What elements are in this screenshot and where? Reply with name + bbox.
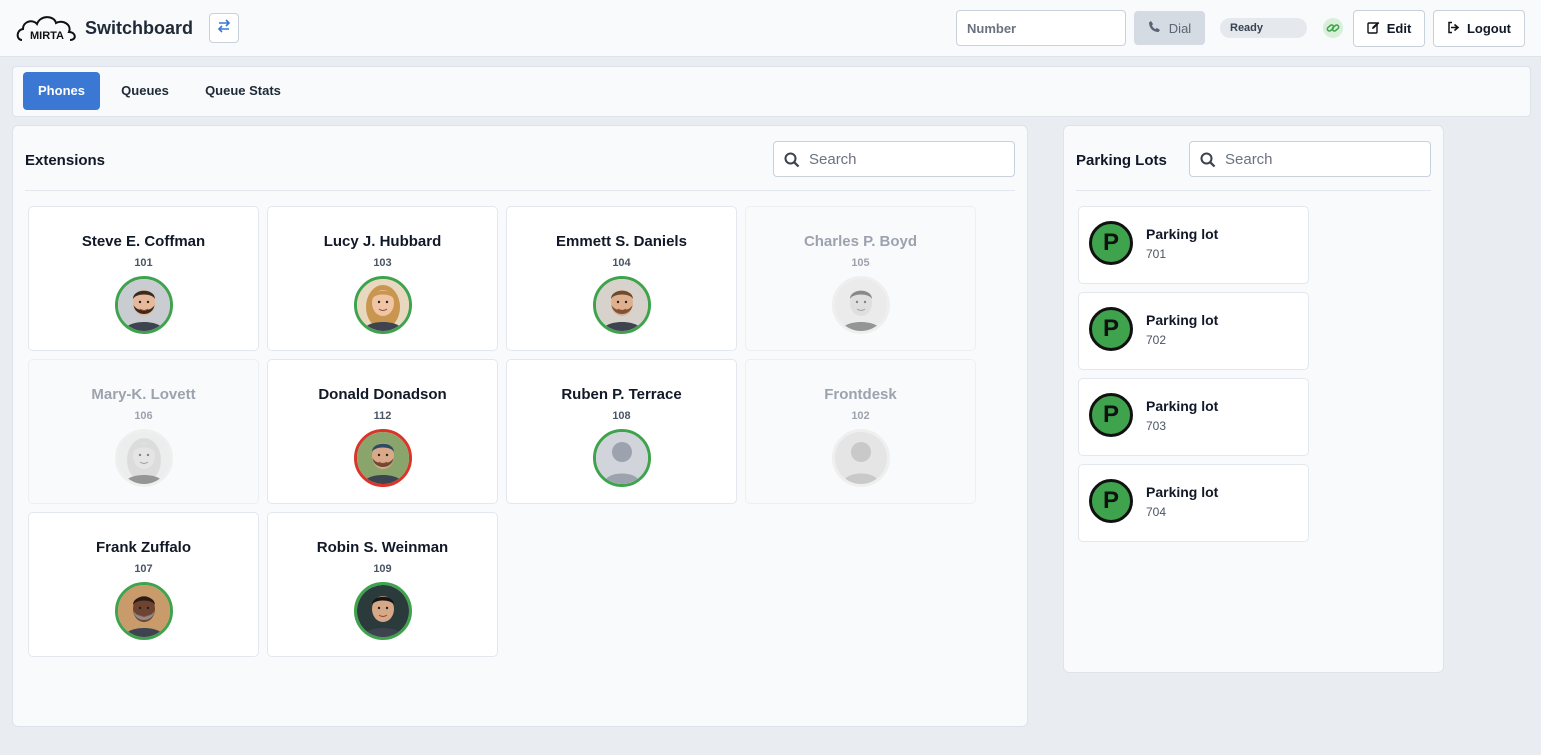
agent-status-toggle[interactable]: Ready <box>1220 18 1307 38</box>
extension-card[interactable]: Frank Zuffalo 107 <box>28 512 259 657</box>
extension-number: 107 <box>134 563 153 575</box>
parking-lot-name: Parking lot <box>1146 226 1219 242</box>
parking-lot-card[interactable]: P Parking lot 702 <box>1078 292 1309 370</box>
extension-card[interactable]: Steve E. Coffman 101 <box>28 206 259 351</box>
parking-lot-name: Parking lot <box>1146 484 1219 500</box>
tab-phones[interactable]: Phones <box>23 72 100 110</box>
extension-card[interactable]: Charles P. Boyd 105 <box>745 206 976 351</box>
app-title: Switchboard <box>85 18 194 38</box>
avatar <box>593 429 651 487</box>
extension-number: 108 <box>612 410 631 422</box>
extensions-search-input[interactable] <box>809 142 1009 176</box>
extension-name: Steve E. Coffman <box>81 233 206 250</box>
parking-icon: P <box>1089 221 1133 265</box>
parking-search-input[interactable] <box>1225 142 1425 176</box>
parking-divider <box>1076 190 1431 191</box>
parking-lot-name: Parking lot <box>1146 398 1219 414</box>
extension-name: Mary-K. Lovett <box>91 386 196 403</box>
extensions-panel: Extensions Steve E. Coffman 101 Lucy J. Hu… <box>12 125 1028 727</box>
extension-card[interactable]: Emmett S. Daniels 104 <box>506 206 737 351</box>
extension-card[interactable]: Robin S. Weinman 109 <box>267 512 498 657</box>
dial-button[interactable]: Dial <box>1134 11 1205 45</box>
top-bar: MIRTA Switchboard Dial Ready <box>0 0 1541 57</box>
parking-search[interactable] <box>1189 141 1431 177</box>
tab-queue-stats[interactable]: Queue Stats <box>191 72 295 110</box>
edit-icon <box>1367 21 1380 37</box>
extension-number: 102 <box>851 410 870 422</box>
logout-button[interactable]: Logout <box>1433 10 1525 47</box>
extension-name: Frontdesk <box>824 386 897 403</box>
extension-card[interactable]: Frontdesk 102 <box>745 359 976 504</box>
logout-icon <box>1447 21 1460 37</box>
phone-icon <box>1148 20 1161 36</box>
avatar <box>115 582 173 640</box>
extension-number: 109 <box>373 563 392 575</box>
extension-number: 112 <box>373 410 392 422</box>
tab-queues[interactable]: Queues <box>109 72 181 110</box>
extension-name: Emmett S. Daniels <box>556 233 687 250</box>
extension-name: Charles P. Boyd <box>803 233 918 250</box>
logo-text: MIRTA <box>30 30 64 42</box>
logout-label: Logout <box>1466 21 1512 36</box>
extension-name: Ruben P. Terrace <box>561 386 682 403</box>
mirta-logo: MIRTA <box>16 12 78 44</box>
parking-lot-card[interactable]: P Parking lot 701 <box>1078 206 1309 284</box>
dial-number-input[interactable] <box>956 10 1126 46</box>
extension-name: Frank Zuffalo <box>95 539 191 556</box>
avatar <box>832 429 890 487</box>
parking-lot-number: 704 <box>1146 505 1167 519</box>
avatar <box>115 429 173 487</box>
extension-card[interactable]: Donald Donadson 112 <box>267 359 498 504</box>
extension-number: 101 <box>134 257 153 269</box>
extension-number: 105 <box>851 257 870 269</box>
extension-name: Donald Donadson <box>318 386 447 403</box>
avatar <box>593 276 651 334</box>
parking-lot-number: 701 <box>1146 247 1167 261</box>
extension-name: Robin S. Weinman <box>316 539 449 556</box>
extensions-divider <box>25 190 1015 191</box>
extension-number: 106 <box>134 410 153 422</box>
edit-label: Edit <box>1386 21 1412 36</box>
extension-card[interactable]: Lucy J. Hubbard 103 <box>267 206 498 351</box>
avatar <box>354 582 412 640</box>
avatar <box>354 276 412 334</box>
parking-lot-number: 702 <box>1146 333 1167 347</box>
parking-lot-name: Parking lot <box>1146 312 1219 328</box>
extension-number: 104 <box>612 257 631 269</box>
extension-number: 103 <box>373 257 392 269</box>
avatar <box>354 429 412 487</box>
parking-lot-card[interactable]: P Parking lot 703 <box>1078 378 1309 456</box>
parking-lot-card[interactable]: P Parking lot 704 <box>1078 464 1309 542</box>
search-icon <box>1200 152 1216 168</box>
search-icon <box>784 152 800 168</box>
parking-lots-panel: Parking Lots P Parking lot 701 P Parking lot… <box>1063 125 1444 673</box>
tab-bar: Phones Queues Queue Stats <box>12 66 1531 117</box>
edit-button[interactable]: Edit <box>1353 10 1425 47</box>
link-icon[interactable] <box>1323 18 1343 38</box>
extension-name: Lucy J. Hubbard <box>323 233 442 250</box>
avatar <box>832 276 890 334</box>
extension-card[interactable]: Mary-K. Lovett 106 <box>28 359 259 504</box>
parking-icon: P <box>1089 393 1133 437</box>
switch-view-button[interactable] <box>209 13 239 43</box>
parking-icon: P <box>1089 479 1133 523</box>
dial-label: Dial <box>1168 20 1192 36</box>
avatar <box>115 276 173 334</box>
parking-lot-number: 703 <box>1146 419 1167 433</box>
extension-card[interactable]: Ruben P. Terrace 108 <box>506 359 737 504</box>
extensions-search[interactable] <box>773 141 1015 177</box>
parking-icon: P <box>1089 307 1133 351</box>
swap-arrows-icon <box>217 18 231 38</box>
parking-lots-title: Parking Lots <box>1076 152 1167 169</box>
extensions-title: Extensions <box>25 152 106 169</box>
